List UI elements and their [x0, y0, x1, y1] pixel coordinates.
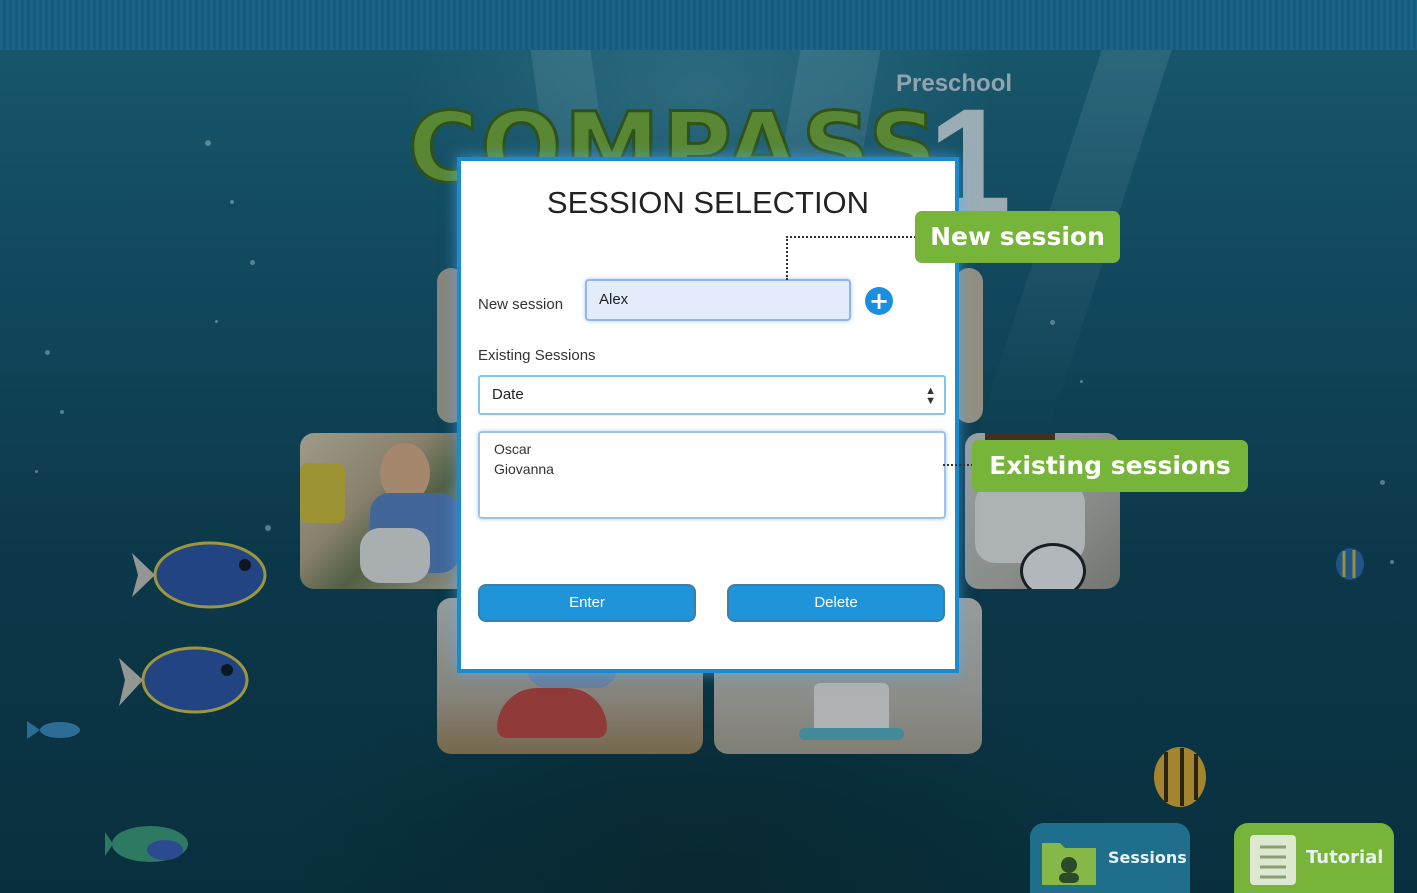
- tutorial-list-icon: [1250, 835, 1296, 885]
- callout-connector: [786, 236, 916, 238]
- new-session-input[interactable]: Alex: [585, 279, 851, 321]
- plus-circle-icon: +: [868, 287, 890, 315]
- sessions-list[interactable]: Oscar Giovanna: [478, 431, 946, 519]
- select-arrows-icon: ▲ ▼: [925, 385, 936, 407]
- sessions-nav-label: Sessions: [1108, 848, 1187, 867]
- tutorial-nav-button[interactable]: Tutorial: [1234, 823, 1394, 893]
- add-session-button[interactable]: +: [865, 287, 893, 315]
- existing-sessions-label: Existing Sessions: [478, 347, 596, 364]
- sort-select-value: Date: [492, 386, 524, 403]
- sessions-nav-button[interactable]: Sessions: [1030, 823, 1190, 893]
- session-list-item[interactable]: Oscar: [494, 439, 930, 459]
- top-bar: [0, 0, 1417, 51]
- dialog-title: SESSION SELECTION: [546, 185, 870, 220]
- enter-button[interactable]: Enter: [478, 584, 696, 622]
- callout-new-session: New session: [915, 211, 1120, 263]
- callout-connector: [943, 464, 973, 466]
- sort-select[interactable]: Date ▲ ▼: [478, 375, 946, 415]
- session-selection-dialog: SESSION SELECTION New session Alex + Exi…: [457, 157, 959, 673]
- delete-button[interactable]: Delete: [727, 584, 945, 622]
- sessions-folder-icon: [1042, 843, 1096, 885]
- tutorial-nav-label: Tutorial: [1306, 847, 1384, 868]
- callout-connector: [786, 236, 788, 280]
- callout-existing-sessions: Existing sessions: [972, 440, 1248, 492]
- new-session-label: New session: [478, 296, 564, 313]
- session-list-item[interactable]: Giovanna: [494, 459, 930, 479]
